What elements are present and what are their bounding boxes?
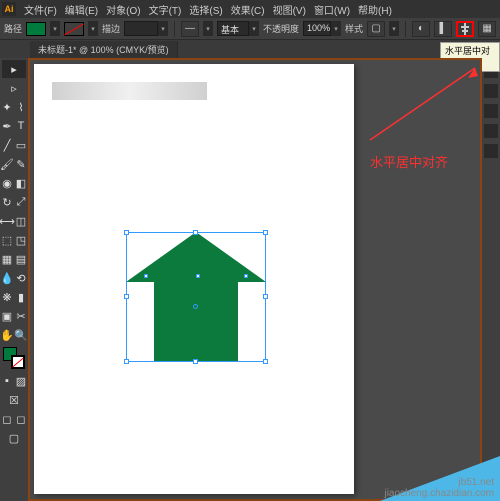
pencil-tool[interactable]: ✎ xyxy=(15,155,27,173)
handle-bm[interactable] xyxy=(193,359,198,364)
brush-field[interactable]: 基本 xyxy=(217,21,249,36)
fill-swatch[interactable] xyxy=(26,22,46,36)
style-label: 样式 xyxy=(345,22,363,35)
color-mode[interactable]: ▪ xyxy=(1,372,13,390)
handle-tl[interactable] xyxy=(124,230,129,235)
tools-panel: ▸ ▹ ✦⌇ ✒T ╱▭ 🖌✎ ◉◧ ↻⤢ ⟷◫ ⬚◳ ▦▤ 💧⟲ ❋▮ ▣✂ … xyxy=(0,58,28,501)
path-label: 路径 xyxy=(4,22,22,35)
zoom-tool[interactable]: 🔍 xyxy=(15,326,27,344)
menu-file[interactable]: 文件(F) xyxy=(24,2,57,17)
draw-behind[interactable]: ◻ xyxy=(15,410,27,428)
selection-bounding-box[interactable] xyxy=(126,232,266,362)
direct-selection-tool[interactable]: ▹ xyxy=(2,79,26,97)
menu-bar: Ai 文件(F) 编辑(E) 对象(O) 文字(T) 选择(S) 效果(C) 视… xyxy=(0,0,500,18)
artboard-tool[interactable]: ▣ xyxy=(1,307,13,325)
artboard[interactable] xyxy=(34,64,354,494)
gradient-tool[interactable]: ▤ xyxy=(15,250,27,268)
mesh-tool[interactable]: ▦ xyxy=(1,250,13,268)
recolor-icon[interactable]: ◐ xyxy=(412,21,430,37)
draw-normal[interactable]: ◻ xyxy=(1,410,13,428)
rectangle-tool[interactable]: ▭ xyxy=(15,136,27,154)
slice-tool[interactable]: ✂ xyxy=(15,307,27,325)
menu-help[interactable]: 帮助(H) xyxy=(358,2,392,17)
magic-wand-tool[interactable]: ✦ xyxy=(1,98,13,116)
opacity-label: 不透明度 xyxy=(263,22,299,35)
fill-dropdown[interactable]: ▾ xyxy=(50,21,60,36)
selection-tool[interactable]: ▸ xyxy=(2,60,26,78)
scale-tool[interactable]: ⤢ xyxy=(15,193,27,211)
rotate-tool[interactable]: ↻ xyxy=(1,193,13,211)
document-tab-bar: 未标题-1* @ 100% (CMYK/预览) xyxy=(0,40,500,58)
perspective-tool[interactable]: ◳ xyxy=(15,231,27,249)
handle-tr[interactable] xyxy=(263,230,268,235)
menu-select[interactable]: 选择(S) xyxy=(189,2,222,17)
width-tool[interactable]: ⟷ xyxy=(1,212,13,230)
line-tool[interactable]: ╱ xyxy=(1,136,13,154)
menu-window[interactable]: 窗口(W) xyxy=(314,2,350,17)
menu-type[interactable]: 文字(T) xyxy=(149,2,182,17)
menu-edit[interactable]: 编辑(E) xyxy=(65,2,98,17)
symbol-sprayer-tool[interactable]: ❋ xyxy=(1,288,13,306)
align-left-icon[interactable]: ▌ xyxy=(434,21,452,37)
pen-tool[interactable]: ✒ xyxy=(1,117,13,135)
none-mode[interactable]: ☒ xyxy=(2,391,26,409)
opacity-value[interactable]: 100% xyxy=(303,21,331,36)
options-bar: 路径 ▾ ▾ 描边 ▾ — ▾ 基本▾ 不透明度 100%▾ 样式 ▢ ▾ ◐ … xyxy=(0,18,500,40)
align-center-icon xyxy=(459,23,471,35)
canvas-area[interactable]: 水平居中对齐 xyxy=(28,58,482,501)
watermark: jb51.netjiaocheng.chazidian.com xyxy=(384,477,494,499)
blend-tool[interactable]: ⟲ xyxy=(15,269,27,287)
transform-icon[interactable]: ▦ xyxy=(478,21,496,37)
align-horizontal-center-button[interactable] xyxy=(456,21,474,37)
vwp-dd[interactable]: ▾ xyxy=(203,21,213,36)
style-dd[interactable]: ▾ xyxy=(389,21,399,36)
gradient-mode[interactable]: ▨ xyxy=(15,372,27,390)
menu-object[interactable]: 对象(O) xyxy=(106,2,140,17)
brush-dd[interactable]: ▾ xyxy=(249,21,259,36)
stroke-swatch[interactable] xyxy=(64,22,84,36)
paintbrush-tool[interactable]: 🖌 xyxy=(1,155,13,173)
handle-mr[interactable] xyxy=(263,294,268,299)
document-tab[interactable]: 未标题-1* @ 100% (CMYK/预览) xyxy=(30,41,178,58)
selection-center[interactable] xyxy=(193,304,198,309)
blob-brush-tool[interactable]: ◉ xyxy=(1,174,13,192)
annotation-text: 水平居中对齐 xyxy=(370,152,448,171)
free-transform-tool[interactable]: ◫ xyxy=(15,212,27,230)
redacted-region xyxy=(52,82,207,100)
annotation-arrow xyxy=(360,60,490,150)
lasso-tool[interactable]: ⌇ xyxy=(15,98,27,116)
eyedropper-tool[interactable]: 💧 xyxy=(1,269,13,287)
type-tool[interactable]: T xyxy=(15,117,27,135)
hand-tool[interactable]: ✋ xyxy=(1,326,13,344)
graph-tool[interactable]: ▮ xyxy=(15,288,27,306)
style-swatch[interactable]: ▢ xyxy=(367,21,385,37)
screen-mode[interactable]: ▢ xyxy=(2,429,26,447)
stroke-label: 描边 xyxy=(102,22,120,35)
shape-builder-tool[interactable]: ⬚ xyxy=(1,231,13,249)
app-logo: Ai xyxy=(2,2,16,16)
stroke-dropdown[interactable]: ▾ xyxy=(88,21,98,36)
handle-tm[interactable] xyxy=(193,230,198,235)
eraser-tool[interactable]: ◧ xyxy=(15,174,27,192)
inner-path-handles xyxy=(144,274,248,280)
menu-view[interactable]: 视图(V) xyxy=(273,2,306,17)
stroke-weight-input[interactable] xyxy=(124,21,158,36)
handle-ml[interactable] xyxy=(124,294,129,299)
stroke-weight-dd[interactable]: ▾ xyxy=(158,21,168,36)
fill-stroke-control[interactable] xyxy=(3,347,25,369)
var-width-profile[interactable]: — xyxy=(181,21,199,37)
opacity-dd[interactable]: ▾ xyxy=(331,21,341,36)
handle-bl[interactable] xyxy=(124,359,129,364)
menu-effect[interactable]: 效果(C) xyxy=(231,2,265,17)
handle-br[interactable] xyxy=(263,359,268,364)
